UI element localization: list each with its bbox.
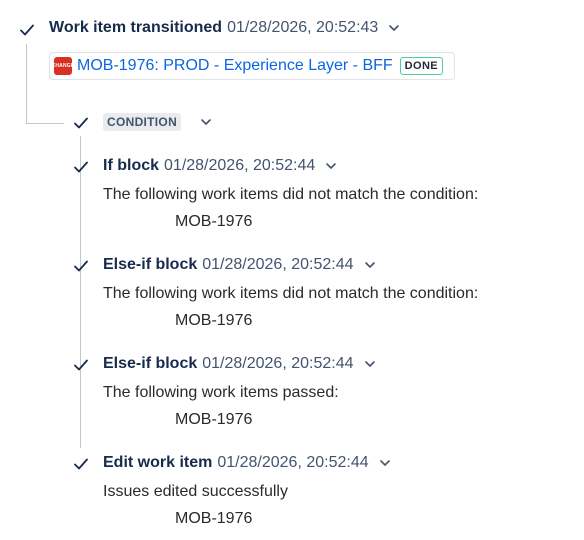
trigger-header: Work item transitioned 01/28/2026, 20:52:… (49, 17, 402, 39)
block-message: The following work items did not match t… (103, 186, 479, 203)
tree-connector-horizontal (26, 123, 64, 124)
chevron-down-icon[interactable] (198, 114, 214, 130)
block-header: If block 01/28/2026, 20:52:44 (103, 155, 339, 177)
check-icon (73, 258, 89, 274)
block-title: If block (103, 157, 160, 174)
chevron-down-icon[interactable] (362, 356, 378, 372)
block-title: Else-if block (103, 355, 198, 372)
trigger-timestamp: 01/28/2026, 20:52:43 (227, 19, 379, 36)
block-header: Else-if block 01/28/2026, 20:52:44 (103, 353, 378, 375)
block-timestamp: 01/28/2026, 20:52:44 (202, 355, 354, 372)
work-item-key: MOB-1976 (175, 510, 253, 527)
chevron-down-icon[interactable] (323, 158, 339, 174)
status-badge: DONE (399, 57, 444, 75)
block-message: The following work items passed: (103, 384, 339, 401)
block-timestamp: 01/28/2026, 20:52:44 (202, 256, 354, 273)
work-item-key: MOB-1976 (175, 312, 253, 329)
block-message: The following work items did not match t… (103, 285, 479, 302)
issue-type-icon: CHANGE (52, 57, 74, 75)
condition-badge: CONDITION (103, 113, 182, 131)
chevron-down-icon[interactable] (362, 257, 378, 273)
block-header: Edit work item 01/28/2026, 20:52:44 (103, 452, 393, 474)
block-title: Else-if block (103, 256, 198, 273)
block-header: Else-if block 01/28/2026, 20:52:44 (103, 254, 378, 276)
check-icon (19, 22, 35, 38)
block-title: Edit work item (103, 454, 213, 471)
chevron-down-icon[interactable] (386, 20, 402, 36)
check-icon (73, 159, 89, 175)
check-icon (73, 456, 89, 472)
block-message: Issues edited successfully (103, 483, 288, 500)
check-icon (73, 357, 89, 373)
tree-connector-vertical (26, 44, 27, 123)
check-icon (73, 115, 89, 131)
work-item-key: MOB-1976 (175, 213, 253, 230)
trigger-title: Work item transitioned (49, 19, 223, 36)
chevron-down-icon[interactable] (377, 455, 393, 471)
work-item-key: MOB-1976 (175, 411, 253, 428)
condition-connector-vertical (80, 136, 81, 448)
block-timestamp: 01/28/2026, 20:52:44 (217, 454, 369, 471)
block-timestamp: 01/28/2026, 20:52:44 (164, 157, 316, 174)
issue-card[interactable]: CHANGE MOB-1976: PROD - Experience Layer… (49, 52, 455, 80)
issue-link[interactable]: MOB-1976: PROD - Experience Layer - BFF (77, 57, 393, 75)
